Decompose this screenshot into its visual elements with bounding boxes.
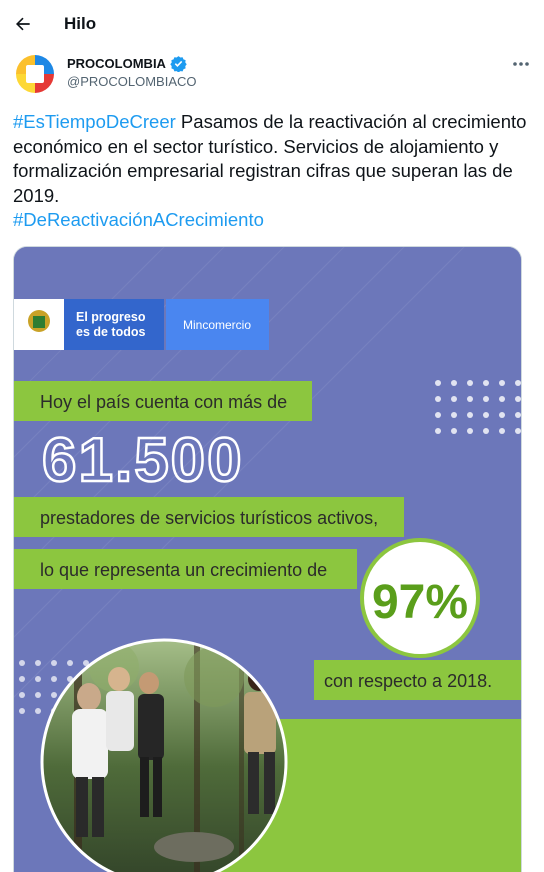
tweet-text: #EsTiempoDeCreer Pasamos de la reactivac… [13,110,533,233]
ministry-name: Mincomercio [183,318,251,332]
tweet-media-image[interactable]: El progreso es de todos Mincomercio Hoy … [13,246,522,872]
logo-line-1: El progreso [76,310,146,324]
big-number: 61.500 [42,426,244,495]
verified-badge-icon [170,56,187,72]
headline-line-2: prestadores de servicios turísticos acti… [40,508,378,528]
arrow-left-icon [16,17,30,31]
headline-line-3: lo que representa un crecimiento de [40,560,327,580]
procolombia-logo-icon [13,52,57,96]
thread-header: Hilo [0,0,544,50]
page-title: Hilo [64,14,97,33]
government-logo: El progreso es de todos Mincomercio [14,299,269,350]
headline-line-4: con respecto a 2018. [324,671,492,691]
hashtag-link[interactable]: #EsTiempoDeCreer [13,111,176,132]
logo-line-2: es de todos [76,325,146,339]
author-handle[interactable]: @PROCOLOMBIACO [67,74,197,89]
back-button[interactable] [10,11,36,37]
more-horizontal-icon [513,62,529,66]
avatar[interactable] [13,52,57,96]
more-options-button[interactable] [509,56,533,72]
author-name[interactable]: PROCOLOMBIA [67,56,166,71]
author-name-row[interactable]: PROCOLOMBIA [67,55,187,72]
percent-value: 97% [372,576,468,629]
hashtag-link[interactable]: #DeReactivaciónACrecimiento [13,209,264,230]
tweet-author: PROCOLOMBIA @PROCOLOMBIACO [13,52,533,96]
headline-line-1: Hoy el país cuenta con más de [40,392,287,412]
infographic: El progreso es de todos Mincomercio Hoy … [14,247,521,872]
